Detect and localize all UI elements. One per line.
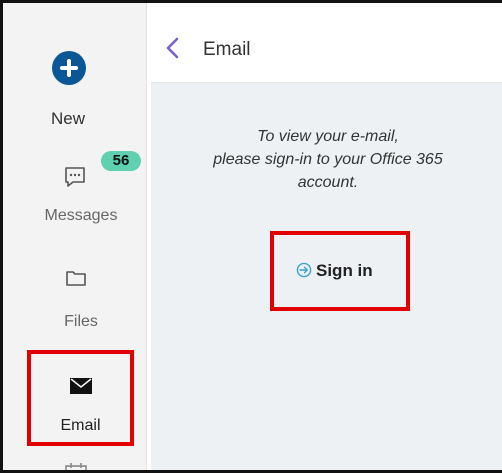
panel-header: Email [151,3,502,83]
sign-in-label: Sign in [316,261,373,280]
envelope-icon [70,378,92,399]
sign-in-highlight: Sign in [270,231,410,311]
prompt-line: please sign-in to your Office 365 [213,151,443,168]
sidebar-item-label: Messages [44,207,118,224]
sidebar-item-label: Files [64,313,98,330]
prompt-line: account. [297,174,359,191]
sidebar-item-label: Email [60,417,101,434]
sidebar-item-label: New [50,109,85,128]
chat-bubble-icon [63,165,87,194]
plus-circle-icon[interactable] [52,51,86,85]
sidebar-item-files[interactable]: Files [3,269,147,333]
chevron-left-icon[interactable] [165,37,181,64]
sign-in-button[interactable]: Sign in [296,261,373,281]
app-frame: New 56 Messages Files Email Email To vie… [0,0,502,473]
prompt-line: To view your e-mail, [257,128,399,145]
sidebar: New 56 Messages Files Email [3,3,147,470]
page-title: Email [203,39,251,60]
unread-count-badge: 56 [101,151,141,171]
email-panel: Email To view your e-mail, please sign-i… [151,3,502,470]
calendar-icon[interactable] [65,463,87,470]
sign-in-icon [296,262,312,278]
sidebar-item-new[interactable]: New [3,51,147,141]
sidebar-item-messages[interactable]: 56 Messages [3,151,147,231]
sign-in-prompt: To view your e-mail, please sign-in to y… [151,125,502,194]
folder-icon [66,269,86,292]
sidebar-item-email[interactable]: Email [27,350,134,446]
